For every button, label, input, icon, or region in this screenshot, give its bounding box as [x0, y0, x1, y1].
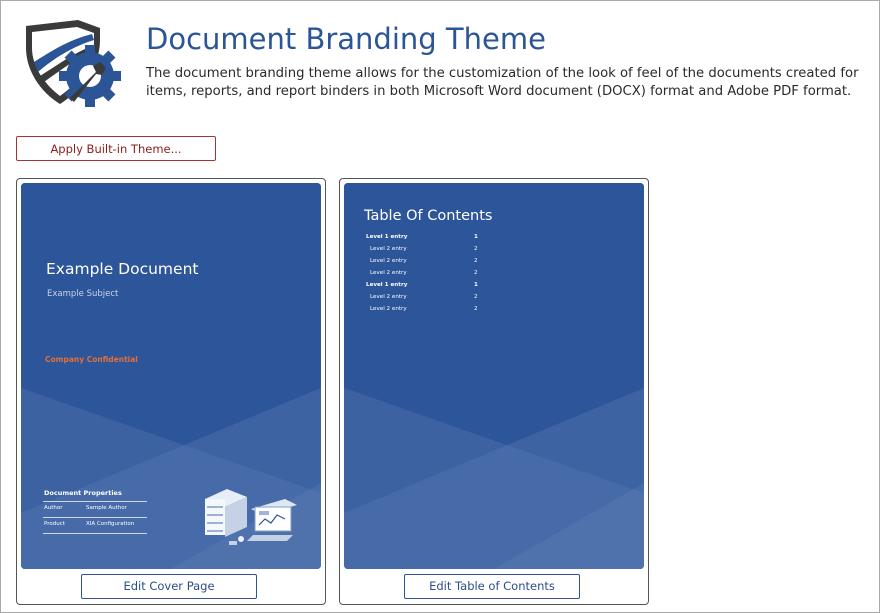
- toc-entry-page: 2: [474, 306, 478, 312]
- page-title: Document Branding Theme: [146, 22, 546, 56]
- toc-entry: Level 2 entry 2: [366, 306, 486, 318]
- apply-built-in-theme-button[interactable]: Apply Built-in Theme...: [16, 136, 216, 161]
- property-key: Product: [44, 521, 65, 527]
- toc-entry-label: Level 2 entry: [370, 294, 407, 300]
- servers-monitor-illustration: [205, 489, 297, 545]
- cover-page-card: Example Document Example Subject Company…: [16, 178, 326, 605]
- edit-cover-page-button[interactable]: Edit Cover Page: [81, 574, 257, 599]
- toc-entry: Level 2 entry 2: [366, 258, 486, 270]
- shield-gear-wrench-icon: [26, 20, 121, 107]
- toc-entry-page: 1: [474, 282, 478, 288]
- toc-entry-list: Level 1 entry 1 Level 2 entry 2 Level 2 en…: [366, 234, 486, 318]
- toc-entry: Level 1 entry 1: [366, 234, 486, 246]
- toc-entry: Level 2 entry 2: [366, 294, 486, 306]
- toc-entry-page: 1: [474, 234, 478, 240]
- page-description: The document branding theme allows for t…: [146, 66, 859, 99]
- cover-document-subject: Example Subject: [47, 289, 119, 299]
- document-properties-heading: Document Properties: [44, 489, 122, 497]
- document-properties-table: Author Sample Author Product XIA Configu…: [43, 501, 147, 534]
- toc-entry-page: 2: [474, 294, 478, 300]
- toc-entry-label: Level 2 entry: [370, 258, 407, 264]
- property-value: Sample Author: [86, 505, 127, 511]
- toc-entry-label: Level 1 entry: [366, 234, 408, 240]
- edit-table-of-contents-button[interactable]: Edit Table of Contents: [404, 574, 580, 599]
- table-of-contents-card: Table Of Contents Level 1 entry 1 Level 2…: [339, 178, 649, 605]
- toc-preview[interactable]: Table Of Contents Level 1 entry 1 Level 2…: [344, 183, 644, 569]
- document-property-row: Author Sample Author: [43, 501, 147, 517]
- document-property-row: Product XIA Configuration: [43, 517, 147, 534]
- cover-document-title: Example Document: [46, 260, 199, 278]
- toc-entry: Level 2 entry 2: [366, 246, 486, 258]
- cover-page-preview[interactable]: Example Document Example Subject Company…: [21, 183, 321, 569]
- toc-title: Table Of Contents: [364, 208, 493, 224]
- toc-entry: Level 2 entry 2: [366, 270, 486, 282]
- toc-entry-label: Level 1 entry: [366, 282, 408, 288]
- toc-entry-page: 2: [474, 270, 478, 276]
- toc-entry-page: 2: [474, 246, 478, 252]
- toc-entry-label: Level 2 entry: [370, 246, 407, 252]
- property-value: XIA Configuration: [86, 521, 135, 527]
- cover-confidential-label: Company Confidential: [45, 355, 138, 364]
- toc-entry-page: 2: [474, 258, 478, 264]
- toc-entry: Level 1 entry 1: [366, 282, 486, 294]
- property-key: Author: [44, 505, 63, 511]
- toc-entry-label: Level 2 entry: [370, 306, 407, 312]
- toc-entry-label: Level 2 entry: [370, 270, 407, 276]
